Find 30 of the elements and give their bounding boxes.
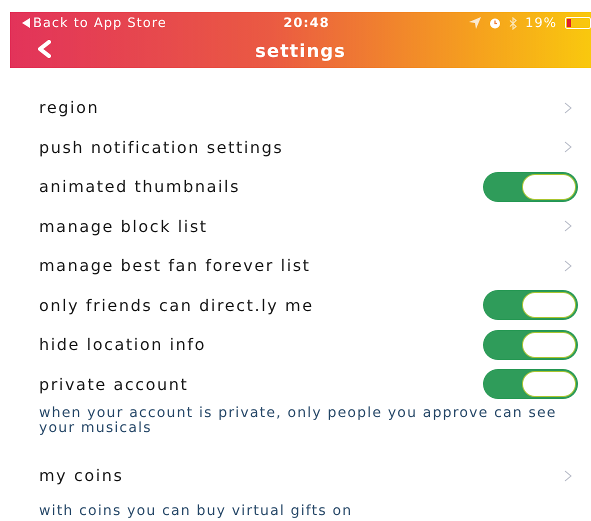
location-arrow-icon xyxy=(469,17,482,29)
toggle-switch[interactable] xyxy=(483,369,578,400)
back-chevron-icon[interactable] xyxy=(37,40,51,58)
status-time: 20:48 xyxy=(283,16,330,30)
battery-icon xyxy=(565,17,591,29)
toggle-switch[interactable] xyxy=(483,290,578,320)
battery-percent: 19% xyxy=(525,16,558,30)
alarm-clock-icon xyxy=(489,17,502,29)
setting-label: only friends can direct.ly me xyxy=(39,296,315,315)
back-triangle-icon xyxy=(22,18,30,28)
chevron-icon xyxy=(564,141,572,154)
toggle-switch[interactable] xyxy=(483,172,578,202)
bluetooth-icon xyxy=(509,16,518,30)
chevron-icon xyxy=(564,260,572,272)
setting-label: hide location info xyxy=(39,335,208,354)
toggle-switch[interactable] xyxy=(483,330,578,360)
chevron-icon xyxy=(564,470,572,482)
settings-row[interactable]: push notification settings xyxy=(39,128,578,167)
chevron-icon xyxy=(564,102,572,114)
settings-row[interactable]: manage block list xyxy=(39,206,578,246)
settings-row[interactable]: manage best fan forever list xyxy=(39,246,578,286)
setting-description: when your account is private, only people you approve can see your musicals xyxy=(39,404,558,438)
setting-label: private account xyxy=(39,374,190,394)
chevron-icon xyxy=(564,220,572,232)
screen-title: settings xyxy=(255,40,346,62)
settings-row[interactable]: region xyxy=(39,88,578,128)
back-to-app-link[interactable]: Back to App Store xyxy=(33,16,167,30)
settings-row[interactable]: my coins xyxy=(39,456,578,496)
setting-label: animated thumbnails xyxy=(39,177,242,196)
setting-description: with coins you can buy virtual gifts on xyxy=(39,502,354,520)
